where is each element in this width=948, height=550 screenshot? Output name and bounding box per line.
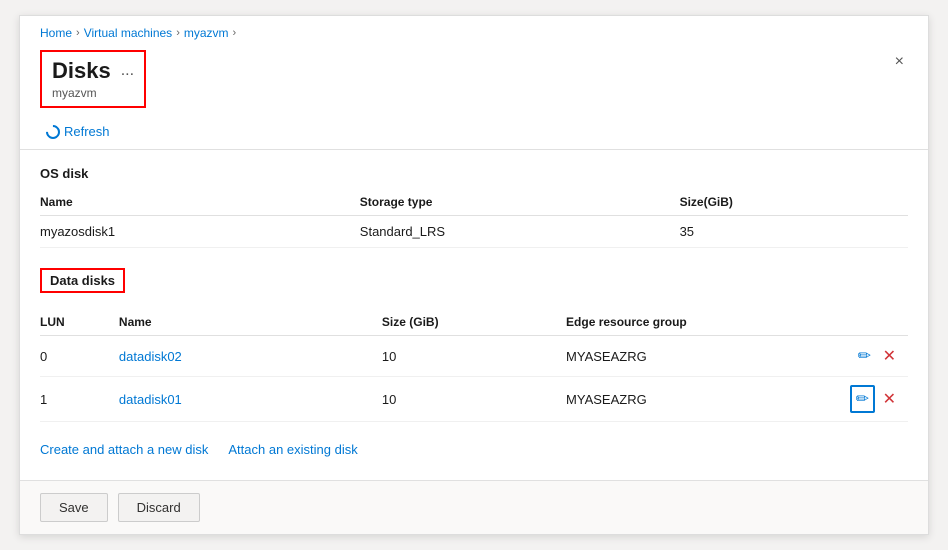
os-disk-name: myazosdisk1 [40, 216, 360, 248]
close-button[interactable]: × [891, 50, 908, 74]
os-col-storage-header: Storage type [360, 189, 680, 216]
disk-size-1: 10 [382, 377, 566, 422]
disk-actions-0: ✏ ✕ [829, 336, 908, 377]
action-links: Create and attach a new disk Attach an e… [40, 442, 908, 457]
refresh-icon [43, 122, 63, 142]
col-lun-header: LUN [40, 309, 119, 336]
save-button[interactable]: Save [40, 493, 108, 522]
os-disk-section-title: OS disk [40, 166, 908, 181]
create-attach-new-disk-link[interactable]: Create and attach a new disk [40, 442, 208, 457]
data-disks-header-row: LUN Name Size (GiB) Edge resource group [40, 309, 908, 336]
os-disk-storage-type: Standard_LRS [360, 216, 680, 248]
breadcrumb-vms[interactable]: Virtual machines [84, 26, 173, 40]
page-title: Disks ... [52, 58, 134, 84]
title-block: Disks ... myazvm [40, 50, 146, 108]
attach-existing-disk-link[interactable]: Attach an existing disk [228, 442, 357, 457]
table-row: 1 datadisk01 10 MYASEAZRG ✏ ✕ [40, 377, 908, 422]
col-name-header: Name [119, 309, 382, 336]
os-disk-header-row: Name Storage type Size(GiB) [40, 189, 908, 216]
ellipsis-menu[interactable]: ... [121, 62, 134, 80]
os-disk-table: Name Storage type Size(GiB) myazosdisk1 … [40, 189, 908, 248]
content-area: OS disk Name Storage type Size(GiB) myaz… [20, 150, 928, 480]
header-row: Disks ... myazvm × [20, 46, 928, 114]
edit-disk-0-button[interactable]: ✏ [854, 344, 875, 368]
os-col-size-header: Size(GiB) [680, 189, 908, 216]
footer: Save Discard [20, 480, 928, 534]
breadcrumb-sep-3: › [233, 27, 237, 39]
breadcrumb-sep-1: › [76, 27, 80, 39]
breadcrumb-sep-2: › [176, 27, 180, 39]
disk-size-0: 10 [382, 336, 566, 377]
col-edge-header: Edge resource group [566, 309, 829, 336]
table-row: 0 datadisk02 10 MYASEAZRG ✏ ✕ [40, 336, 908, 377]
discard-button[interactable]: Discard [118, 493, 200, 522]
edit-disk-1-button[interactable]: ✏ [850, 385, 875, 413]
os-disk-row: myazosdisk1 Standard_LRS 35 [40, 216, 908, 248]
os-disk-size: 35 [680, 216, 908, 248]
breadcrumb-vm[interactable]: myazvm [184, 26, 229, 40]
data-disks-section-title: Data disks [40, 268, 125, 293]
data-disks-table: LUN Name Size (GiB) Edge resource group … [40, 309, 908, 422]
vm-subtitle: myazvm [52, 86, 134, 100]
os-col-name-header: Name [40, 189, 360, 216]
disk-name-1[interactable]: datadisk01 [119, 377, 382, 422]
delete-disk-0-button[interactable]: ✕ [879, 344, 900, 368]
col-actions-header [829, 309, 908, 336]
disks-panel: Home › Virtual machines › myazvm › Disks… [19, 15, 929, 535]
lun-1: 1 [40, 377, 119, 422]
disk-edge-0: MYASEAZRG [566, 336, 829, 377]
toolbar: Refresh [20, 114, 928, 150]
delete-disk-1-button[interactable]: ✕ [879, 387, 900, 411]
refresh-button[interactable]: Refresh [40, 120, 116, 143]
lun-0: 0 [40, 336, 119, 377]
refresh-label: Refresh [64, 124, 110, 139]
disk-actions-1: ✏ ✕ [829, 377, 908, 422]
disk-name-0[interactable]: datadisk02 [119, 336, 382, 377]
col-size-header: Size (GiB) [382, 309, 566, 336]
breadcrumb: Home › Virtual machines › myazvm › [20, 16, 928, 46]
disk-edge-1: MYASEAZRG [566, 377, 829, 422]
breadcrumb-home[interactable]: Home [40, 26, 72, 40]
